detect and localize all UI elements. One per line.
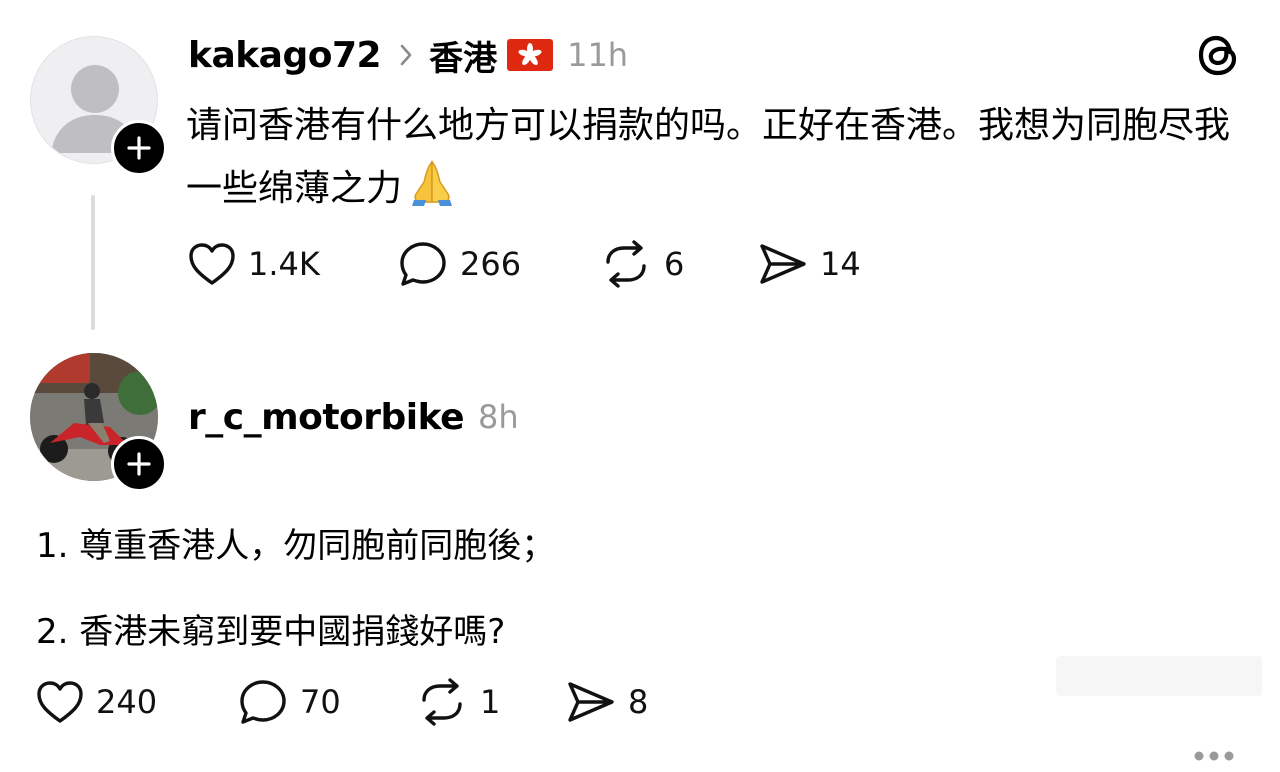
repost-icon — [422, 678, 462, 726]
post-actions: 1.4K 266 6 14 — [188, 238, 861, 290]
repost-count: 6 — [664, 245, 685, 283]
like-count: 1.4K — [248, 245, 320, 283]
plus-icon — [127, 136, 151, 160]
reply-header: r_c_motorbike 8h — [188, 392, 519, 442]
heart-icon — [37, 681, 83, 723]
chevron-right-icon — [399, 43, 413, 67]
topic-tag[interactable]: 香港 — [429, 31, 497, 80]
repost-button[interactable]: 1 — [416, 678, 566, 726]
repost-icon — [606, 240, 646, 288]
watermark-overlay — [1056, 656, 1262, 696]
post-time: 11h — [567, 36, 629, 74]
comment-count: 266 — [460, 245, 522, 283]
comment-bubble-icon — [240, 680, 286, 724]
post-text-content: 请问香港有什么地方可以捐款的吗。正好在香港。我想为同胞尽我一些绵薄之力 — [186, 105, 1231, 209]
post-kakago72: kakago72 香港 11h 请问香港有什么地方可以捐款的吗。正好在香港。我想… — [0, 0, 1280, 340]
threads-logo-icon[interactable] — [1196, 30, 1242, 84]
comment-count: 70 — [300, 683, 341, 721]
folded-hands-icon — [406, 156, 458, 227]
username-link[interactable]: kakago72 — [188, 35, 382, 76]
comment-button[interactable]: 266 — [398, 240, 600, 288]
username-link[interactable]: r_c_motorbike — [188, 397, 465, 438]
follow-button[interactable] — [111, 120, 167, 176]
send-icon — [568, 682, 614, 722]
post-text: 请问香港有什么地方可以捐款的吗。正好在香港。我想为同胞尽我一些绵薄之力 — [186, 96, 1246, 227]
share-button[interactable]: 14 — [758, 241, 861, 287]
follow-button[interactable] — [111, 436, 167, 492]
like-button[interactable]: 240 — [36, 680, 238, 724]
more-options-icon[interactable] — [1192, 744, 1236, 772]
repost-count: 1 — [480, 683, 501, 721]
hong-kong-flag-icon — [507, 39, 554, 71]
plus-icon — [127, 452, 151, 476]
share-count: 14 — [820, 245, 861, 283]
like-button[interactable]: 1.4K — [188, 242, 398, 286]
thread-line — [91, 195, 95, 330]
share-count: 8 — [628, 683, 649, 721]
reply-text-line-1: 1. 尊重香港人，勿同胞前同胞後； — [36, 526, 556, 566]
share-button[interactable]: 8 — [566, 679, 648, 725]
comment-bubble-icon — [400, 242, 446, 286]
post-header: kakago72 香港 11h — [188, 30, 628, 80]
heart-icon — [189, 243, 235, 285]
reply-actions: 240 70 1 8 — [36, 676, 648, 728]
like-count: 240 — [96, 683, 158, 721]
post-time: 8h — [478, 398, 519, 436]
send-icon — [760, 244, 806, 284]
repost-button[interactable]: 6 — [600, 240, 758, 288]
comment-button[interactable]: 70 — [238, 678, 416, 726]
reply-text-line-2: 2. 香港未窮到要中國捐錢好嗎? — [36, 612, 506, 652]
